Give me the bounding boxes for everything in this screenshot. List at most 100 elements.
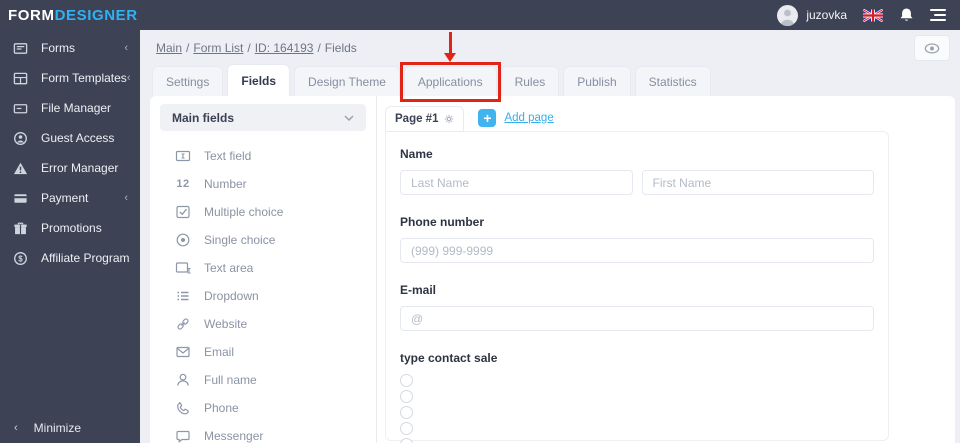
palette-item-text-area[interactable]: Text area	[175, 254, 366, 282]
tab-design-theme[interactable]: Design Theme	[294, 66, 400, 96]
tab-rules[interactable]: Rules	[500, 66, 560, 96]
sidebar-item-error-manager[interactable]: Error Manager	[0, 153, 140, 183]
sidebar-item-promotions[interactable]: Promotions	[0, 213, 140, 243]
field-label: type contact sale	[400, 351, 498, 365]
tab-statistics[interactable]: Statistics	[634, 66, 711, 96]
sidebar-item-form-templates[interactable]: Form Templates ‹	[0, 63, 140, 93]
sidebar-item-guest-access[interactable]: Guest Access	[0, 123, 140, 153]
top-bar: FORMDESIGNER juzovka	[0, 0, 960, 30]
notifications-button[interactable]	[899, 7, 914, 23]
forms-icon	[12, 40, 28, 56]
radio-option[interactable]	[400, 374, 413, 387]
sidebar-minimize-button[interactable]: ‹ Minimize	[0, 415, 140, 441]
palette-item-website[interactable]: Website	[175, 310, 366, 338]
preview-button[interactable]	[914, 35, 950, 61]
minimize-label: Minimize	[33, 421, 82, 435]
breadcrumb-link-form-id[interactable]: ID: 164193	[255, 41, 314, 55]
sidebar-item-forms[interactable]: Forms ‹	[0, 33, 140, 63]
palette-group-label: Main fields	[172, 110, 235, 125]
field-palette: Main fields Text field 12 Number Multipl…	[150, 96, 376, 443]
sidebar-item-label: Forms	[41, 41, 75, 55]
radio-option[interactable]	[400, 406, 413, 419]
tab-label: Applications	[417, 74, 483, 89]
eye-icon	[924, 42, 940, 54]
form-field-name[interactable]: Name	[400, 147, 874, 195]
sidebar-item-label: Guest Access	[41, 131, 115, 145]
phone-input[interactable]	[400, 238, 874, 263]
radio-option[interactable]	[400, 422, 413, 435]
breadcrumb-current: Fields	[324, 41, 357, 55]
guest-access-icon	[12, 130, 28, 146]
breadcrumb-separator: /	[317, 41, 321, 55]
payment-icon	[12, 190, 28, 206]
fields-panel: Main fields Text field 12 Number Multipl…	[150, 96, 955, 443]
palette-item-text-field[interactable]: Text field	[175, 142, 366, 170]
palette-item-number[interactable]: 12 Number	[175, 170, 366, 198]
breadcrumb-row: Main / Form List / ID: 164193/Fields	[140, 30, 960, 64]
number-icon: 12	[176, 178, 190, 190]
tab-fields[interactable]: Fields	[227, 64, 291, 96]
main-content: Main / Form List / ID: 164193/Fields Setting…	[140, 30, 960, 443]
language-flag-button[interactable]	[863, 8, 883, 22]
palette-item-single-choice[interactable]: Single choice	[175, 226, 366, 254]
tab-label: Statistics	[648, 74, 697, 89]
tabs-bar: Settings Fields Design Theme Application…	[140, 32, 960, 102]
field-label: Name	[400, 147, 433, 161]
form-field-radio-group[interactable]: type contact sale	[400, 351, 874, 443]
form-templates-icon	[12, 70, 28, 86]
breadcrumb-link-main[interactable]: Main	[156, 41, 182, 55]
form-field-email[interactable]: E-mail	[400, 283, 874, 331]
tab-publish[interactable]: Publish	[563, 66, 631, 96]
tab-label: Design Theme	[308, 74, 386, 89]
palette-item-label: Multiple choice	[204, 205, 284, 219]
palette-item-label: Text field	[204, 149, 252, 163]
tab-applications[interactable]: Applications	[399, 32, 501, 102]
palette-item-messenger[interactable]: Messenger	[175, 422, 366, 443]
first-name-input[interactable]	[641, 170, 874, 195]
tab-settings[interactable]: Settings	[152, 66, 224, 96]
menu-button[interactable]	[930, 9, 946, 21]
plus-icon: +	[478, 109, 497, 127]
sidebar-item-file-manager[interactable]: File Manager	[0, 93, 140, 123]
palette-item-email[interactable]: Email	[175, 338, 366, 366]
page-tab-label: Page #1	[395, 112, 439, 125]
text-area-icon	[175, 260, 191, 276]
palette-list: Text field 12 Number Multiple choice Sin…	[160, 131, 366, 443]
chevron-down-icon	[344, 114, 354, 121]
palette-item-dropdown[interactable]: Dropdown	[175, 282, 366, 310]
logo-form-text: FORM	[8, 6, 55, 24]
palette-item-full-name[interactable]: Full name	[175, 366, 366, 394]
add-page-button[interactable]: + Add page	[478, 109, 554, 127]
multiple-choice-icon	[175, 204, 191, 220]
palette-item-label: Text area	[204, 261, 254, 275]
messenger-icon	[175, 428, 191, 443]
radio-option[interactable]	[400, 438, 413, 443]
palette-item-multiple-choice[interactable]: Multiple choice	[175, 198, 366, 226]
last-name-input[interactable]	[400, 170, 633, 195]
form-field-phone[interactable]: Phone number	[400, 215, 874, 263]
field-label: E-mail	[400, 283, 437, 297]
radio-option[interactable]	[400, 390, 413, 403]
breadcrumb-link-form-list[interactable]: Form List	[193, 41, 243, 55]
palette-group-select[interactable]: Main fields	[160, 104, 366, 131]
username-label[interactable]: juzovka	[806, 8, 847, 22]
palette-item-phone[interactable]: Phone	[175, 394, 366, 422]
palette-item-label: Email	[204, 345, 235, 359]
sidebar-item-label: Error Manager	[41, 161, 119, 175]
sidebar-item-label: File Manager	[41, 101, 112, 115]
page-settings-icon	[445, 114, 454, 123]
email-icon	[175, 344, 191, 360]
sidebar-item-payment[interactable]: Payment ‹	[0, 183, 140, 213]
single-choice-icon	[175, 232, 191, 248]
dropdown-icon	[175, 288, 191, 304]
palette-item-label: Phone	[204, 401, 239, 415]
user-avatar[interactable]	[777, 4, 799, 26]
sidebar-item-affiliate-program[interactable]: $ Affiliate Program	[0, 243, 140, 273]
page-tabs-row: Page #1 + Add page	[385, 105, 955, 132]
page-tab-1[interactable]: Page #1	[385, 105, 465, 132]
affiliate-program-icon: $	[12, 250, 28, 266]
email-input[interactable]	[400, 306, 874, 331]
app-logo[interactable]: FORMDESIGNER	[8, 7, 138, 24]
chevron-left-icon: ‹	[124, 192, 128, 204]
tab-label: Rules	[514, 74, 546, 89]
